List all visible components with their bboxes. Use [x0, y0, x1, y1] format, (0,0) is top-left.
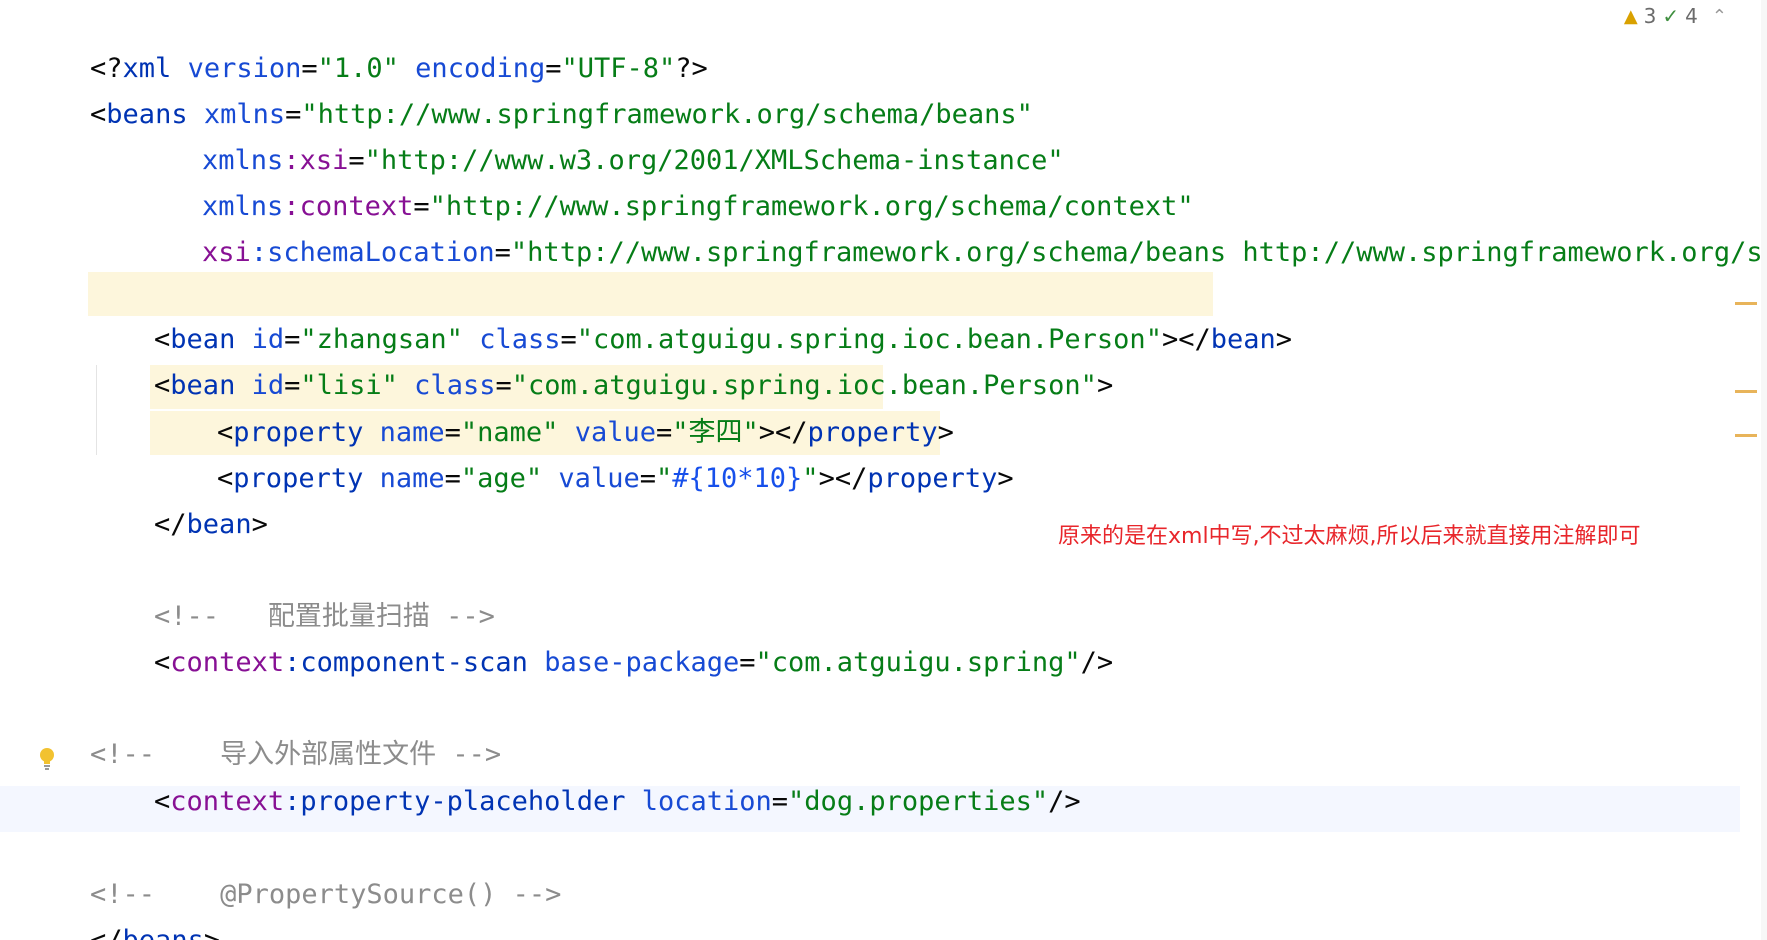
token: "dog.properties": [788, 786, 1049, 817]
vertical-scrollbar[interactable]: [1761, 0, 1767, 940]
code-line-11[interactable]: <!-- 配置批量扫描 -->: [89, 548, 495, 632]
token: bean: [186, 509, 252, 540]
stripe-mark[interactable]: [1735, 390, 1757, 393]
token: context: [170, 647, 285, 678]
code-line-3[interactable]: xmlns:xsi="http://www.w3.org/2001/XMLSch…: [137, 92, 1064, 176]
token: value: [542, 463, 640, 494]
token: property: [867, 463, 998, 494]
warning-icon: ▲: [1623, 5, 1638, 27]
token: =: [771, 786, 789, 817]
token: >: [251, 509, 268, 540]
token: base-package: [527, 647, 740, 678]
code-line-5[interactable]: xsi:schemaLocation="http://www.springfra…: [137, 184, 1767, 268]
token: :property-placeholder: [284, 786, 626, 817]
code-line-12[interactable]: <context:component-scan base-package="co…: [89, 594, 1113, 678]
code-line-10[interactable]: </bean>: [89, 456, 268, 540]
check-count: 4: [1685, 4, 1698, 28]
code-line-9[interactable]: <property name="age" value="#{10*10}"></…: [152, 410, 1014, 494]
token: name: [363, 463, 445, 494]
token: ></: [1161, 324, 1211, 355]
inspection-status[interactable]: ▲ 3 ✓ 4 ⌃: [1624, 2, 1727, 30]
code-editor[interactable]: <?xml version="1.0" encoding="UTF-8"?> <…: [0, 0, 1767, 940]
check-icon: ✓: [1662, 4, 1680, 28]
token: context: [170, 786, 285, 817]
code-line-13[interactable]: <!-- 导入外部属性文件 -->: [25, 686, 501, 770]
annotation-note: 原来的是在xml中写,不过太麻烦,所以后来就直接用注解即可: [1058, 524, 1641, 549]
token: location: [625, 786, 772, 817]
stripe-mark[interactable]: [1735, 434, 1757, 437]
token: =: [739, 647, 756, 678]
code-line-15[interactable]: <!-- @PropertySource() -->: [25, 826, 561, 910]
code-line-7[interactable]: <bean id="lisi" class="com.atguigu.sprin…: [89, 317, 1113, 401]
code-line-1[interactable]: <?xml version="1.0" encoding="UTF-8"?>: [25, 0, 708, 84]
token: =: [639, 463, 656, 494]
token: beans: [123, 925, 204, 940]
token: bean: [1210, 324, 1276, 355]
token: <: [90, 99, 107, 130]
token: >: [204, 925, 220, 940]
token: </: [90, 925, 123, 940]
chevron-up-icon[interactable]: ⌃: [1712, 6, 1727, 27]
error-stripe[interactable]: [1735, 0, 1757, 940]
lightbulb-icon[interactable]: [36, 745, 58, 773]
warning-count: 3: [1643, 4, 1657, 28]
token: <: [154, 647, 171, 678]
code-line-2[interactable]: <beans xmlns="http://www.springframework…: [25, 46, 1033, 130]
token: >: [1096, 370, 1114, 401]
token: >: [997, 463, 1014, 494]
token: =: [494, 237, 511, 268]
token: #{10*10}: [672, 463, 803, 494]
token: ></: [818, 463, 868, 494]
token: >: [1275, 324, 1293, 355]
token: />: [1048, 786, 1081, 817]
token: </: [154, 509, 187, 540]
token: "http://www.springframework.org/schema/b…: [510, 237, 1767, 268]
token: :schemaLocation: [250, 237, 495, 268]
token: <: [154, 786, 171, 817]
token: ": [802, 463, 819, 494]
code-line-4[interactable]: xmlns:context="http://www.springframewor…: [137, 138, 1194, 222]
token: "age": [460, 463, 543, 494]
token: "com.atguigu.spring": [755, 647, 1081, 678]
code-line-6[interactable]: <bean id="zhangsan" class="com.atguigu.s…: [89, 271, 1292, 355]
token: />: [1080, 647, 1114, 678]
code-line-14[interactable]: <context:property-placeholder location="…: [89, 733, 1081, 817]
stripe-mark[interactable]: [1735, 302, 1757, 305]
token: ": [655, 463, 673, 494]
code-line-16[interactable]: </beans>: [25, 872, 220, 940]
token: :component-scan: [284, 647, 528, 678]
code-line-8[interactable]: <property name="name" value="李四"></prope…: [152, 364, 954, 448]
token: xsi: [202, 237, 251, 268]
token: =: [444, 463, 461, 494]
